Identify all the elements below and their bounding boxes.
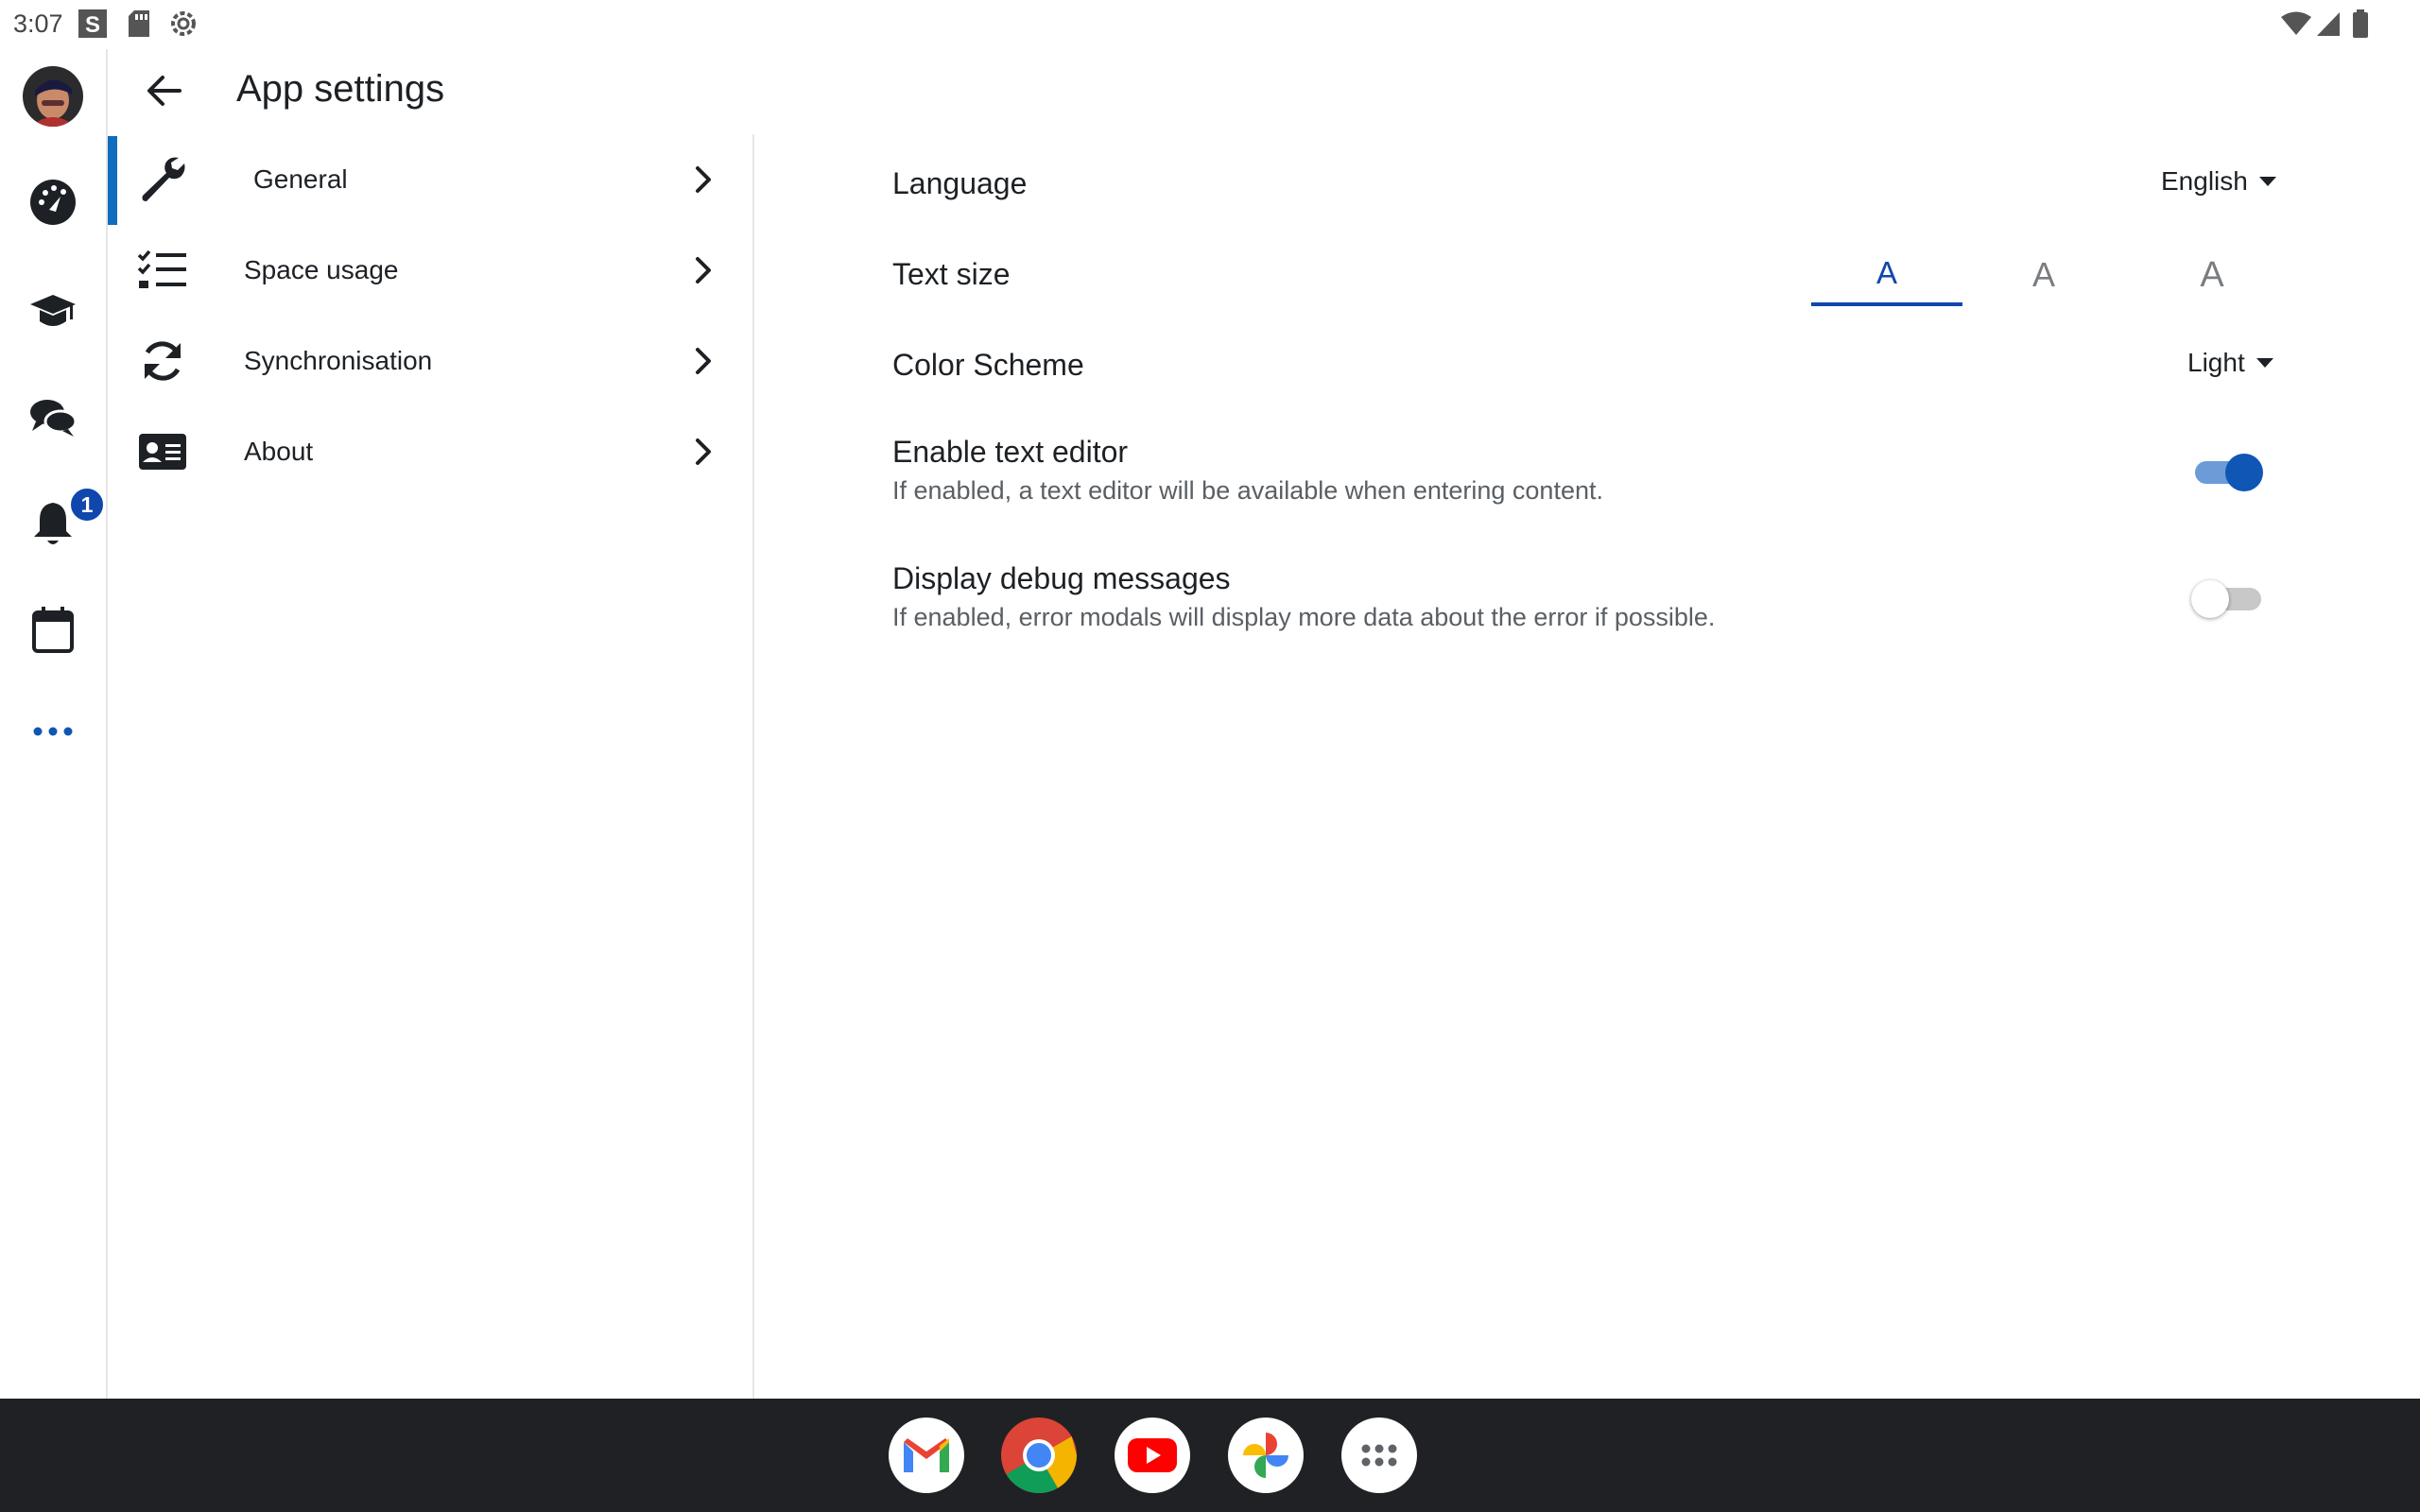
text-editor-description: If enabled, a text editor will be availa… [892,476,1603,505]
gmail-icon[interactable] [889,1418,964,1493]
graduation-cap-icon[interactable] [23,282,83,342]
dashboard-icon[interactable] [23,172,83,232]
chevron-right-icon [684,251,722,289]
photos-icon[interactable] [1228,1418,1304,1493]
caret-down-icon [2256,358,2273,368]
arrow-left-icon [147,76,182,106]
chrome-icon[interactable] [1001,1418,1077,1493]
app-drawer-icon[interactable] [1341,1418,1417,1493]
chevron-right-icon [684,161,722,198]
caret-down-icon [2258,177,2276,186]
menu-item-space-usage[interactable]: Space usage [106,225,752,316]
menu-item-label: Synchronisation [244,346,433,375]
back-button[interactable] [136,62,193,119]
chevron-right-icon [684,433,722,471]
wrench-icon [134,151,191,208]
settings-gear-icon [168,9,199,38]
color-scheme-label: Color Scheme [892,348,1084,382]
debug-messages-label: Display debug messages [892,561,1231,595]
taskbar [0,1399,2420,1512]
text-size-option-medium[interactable]: A [1968,244,2119,306]
avatar[interactable] [23,66,83,127]
menu-item-label: General [253,164,348,194]
user-avatar [23,66,83,127]
page-header: App settings [106,49,2420,134]
debug-messages-description: If enabled, error modals will display mo… [892,603,1716,631]
text-editor-toggle[interactable] [2191,452,2263,491]
text-size-option-large[interactable]: A [2136,244,2288,306]
page-title: App settings [236,68,445,110]
settings-menu: General Space usage Synchronisation Abou… [106,134,754,1399]
menu-item-about[interactable]: About [106,406,752,497]
bell-icon[interactable]: 1 [23,486,106,554]
id-card-icon [134,423,191,480]
sd-card-icon [127,9,151,38]
status-time: 3:07 [13,9,63,38]
text-size-option-small[interactable]: A [1811,244,1962,306]
color-scheme-value: Light [2187,348,2245,377]
text-editor-label: Enable text editor [892,435,1129,469]
debug-messages-toggle[interactable] [2191,578,2263,618]
battery-icon [2352,9,2369,38]
wifi-icon [2280,9,2312,38]
menu-item-label: About [244,437,314,466]
menu-item-label: Space usage [244,255,399,284]
text-size-label: Text size [892,257,1011,291]
s-app-icon: S [78,9,108,38]
calendar-icon[interactable] [23,599,83,660]
nav-rail: 1 [0,49,108,1399]
notification-badge: 1 [68,486,106,524]
checklist-icon [134,242,191,299]
more-dots-icon[interactable] [23,701,83,762]
settings-content: Language English Text size A A A Color S… [754,134,2420,1399]
menu-item-general[interactable]: General [106,134,752,225]
cell-signal-icon [2316,9,2341,38]
youtube-icon[interactable] [1115,1418,1190,1493]
chat-bubbles-icon[interactable] [23,387,83,448]
menu-item-synchronisation[interactable]: Synchronisation [106,316,752,406]
language-dropdown[interactable]: English [2161,166,2276,197]
color-scheme-dropdown[interactable]: Light [2187,348,2273,378]
language-value: English [2161,166,2248,196]
status-bar: 3:07 S [0,0,2420,49]
language-label: Language [892,166,1028,200]
chevron-right-icon [684,342,722,380]
svg-text:S: S [85,12,100,38]
sync-icon [134,333,191,389]
